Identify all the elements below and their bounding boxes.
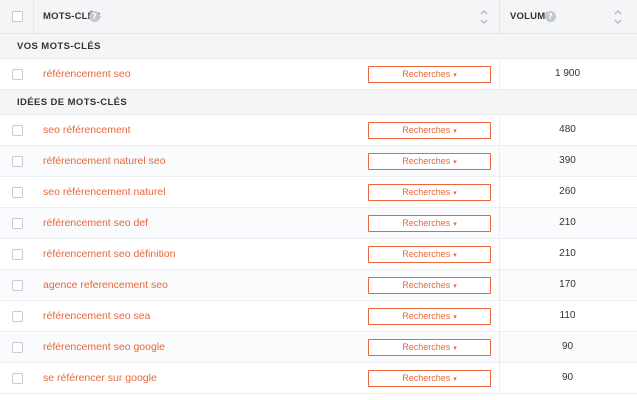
column-divider (33, 0, 34, 34)
volume-value: 390 (559, 155, 576, 166)
searches-button[interactable]: Recherches ▾ (368, 122, 491, 139)
searches-button[interactable]: Recherches ▾ (368, 308, 491, 325)
volume-value: 210 (559, 248, 576, 259)
chevron-down-icon: ▾ (453, 252, 457, 259)
chevron-down-icon: ▾ (453, 221, 457, 228)
table-row: agence referencement seo Recherches ▾ 170 (0, 270, 637, 301)
volume-value: 170 (559, 279, 576, 290)
searches-button-label: Recherches (402, 69, 451, 79)
chevron-down-icon: ▾ (453, 376, 457, 383)
column-divider (499, 208, 500, 238)
column-divider (499, 363, 500, 393)
table-row: référencement seo google Recherches ▾ 90 (0, 332, 637, 363)
column-divider (499, 332, 500, 362)
keywords-table: MOTS-CLÉS ? VOLUME ? VOS MOTS-CLÉS référ… (0, 0, 637, 400)
chevron-down-icon: ▾ (453, 128, 457, 135)
searches-button[interactable]: Recherches ▾ (368, 246, 491, 263)
volume-value: 90 (561, 341, 574, 352)
row-checkbox[interactable] (12, 342, 23, 353)
searches-button[interactable]: Recherches ▾ (368, 215, 491, 232)
column-divider (499, 301, 500, 331)
searches-button-label: Recherches (402, 156, 451, 166)
volume-sort-icon[interactable] (613, 8, 623, 26)
keyword-link[interactable]: référencement naturel seo (43, 155, 166, 167)
chevron-down-icon: ▾ (453, 283, 457, 290)
searches-button-label: Recherches (402, 125, 451, 135)
searches-button-label: Recherches (402, 249, 451, 259)
volume-help-icon[interactable]: ? (545, 11, 556, 22)
volume-value: 260 (559, 186, 576, 197)
searches-button-label: Recherches (402, 373, 451, 383)
table-header: MOTS-CLÉS ? VOLUME ? (0, 0, 637, 34)
keyword-link[interactable]: agence referencement seo (43, 279, 168, 291)
row-checkbox[interactable] (12, 69, 23, 80)
select-all-checkbox[interactable] (12, 11, 23, 22)
volume-value: 210 (559, 217, 576, 228)
column-divider (499, 270, 500, 300)
volume-value: 90 (561, 372, 574, 383)
column-divider (499, 146, 500, 176)
searches-button[interactable]: Recherches ▾ (368, 339, 491, 356)
keyword-link[interactable]: seo référencement (43, 124, 131, 136)
section-keyword-ideas: IDÉES DE MOTS-CLÉS (0, 90, 637, 115)
keyword-link[interactable]: se référencer sur google (43, 372, 157, 384)
chevron-down-icon: ▾ (453, 72, 457, 79)
chevron-down-icon: ▾ (453, 190, 457, 197)
chevron-down-icon: ▾ (453, 345, 457, 352)
searches-button[interactable]: Recherches ▾ (368, 153, 491, 170)
row-checkbox[interactable] (12, 249, 23, 260)
volume-value: 1 900 (554, 68, 581, 79)
section-title: IDÉES DE MOTS-CLÉS (17, 97, 128, 108)
keywords-help-icon[interactable]: ? (89, 11, 100, 22)
chevron-down-icon: ▾ (453, 159, 457, 166)
table-row: référencement seo définition Recherches ▾… (0, 239, 637, 270)
keyword-link[interactable]: seo référencement naturel (43, 186, 166, 198)
searches-button[interactable]: Recherches ▾ (368, 66, 491, 83)
section-your-keywords: VOS MOTS-CLÉS (0, 34, 637, 59)
table-row: référencement seo sea Recherches ▾ 110 (0, 301, 637, 332)
keyword-link[interactable]: référencement seo def (43, 217, 148, 229)
keyword-link[interactable]: référencement seo sea (43, 310, 150, 322)
searches-button[interactable]: Recherches ▾ (368, 370, 491, 387)
row-checkbox[interactable] (12, 373, 23, 384)
column-divider (499, 115, 500, 145)
volume-value: 110 (559, 310, 576, 321)
row-checkbox[interactable] (12, 280, 23, 291)
keyword-link[interactable]: référencement seo (43, 68, 131, 80)
searches-button-label: Recherches (402, 218, 451, 228)
searches-button-label: Recherches (402, 280, 451, 290)
column-divider (499, 239, 500, 269)
column-divider (499, 59, 500, 89)
table-row: référencement naturel seo Recherches ▾ 39… (0, 146, 637, 177)
searches-button-label: Recherches (402, 342, 451, 352)
table-row: seo référencement Recherches ▾ 480 (0, 115, 637, 146)
table-row: seo référencement naturel Recherches ▾ 26… (0, 177, 637, 208)
searches-button-label: Recherches (402, 187, 451, 197)
chevron-down-icon: ▾ (453, 314, 457, 321)
row-checkbox[interactable] (12, 125, 23, 136)
keyword-link[interactable]: référencement seo google (43, 341, 165, 353)
keyword-link[interactable]: référencement seo définition (43, 248, 176, 260)
row-checkbox[interactable] (12, 311, 23, 322)
searches-button[interactable]: Recherches ▾ (368, 184, 491, 201)
section-title: VOS MOTS-CLÉS (17, 41, 101, 52)
searches-button-label: Recherches (402, 311, 451, 321)
table-row: se référencer sur google Recherches ▾ 90 (0, 363, 637, 394)
column-divider (499, 0, 500, 34)
volume-value: 480 (559, 124, 576, 135)
table-row: référencement seo Recherches ▾ 1 900 (0, 59, 637, 90)
searches-button[interactable]: Recherches ▾ (368, 277, 491, 294)
row-checkbox[interactable] (12, 187, 23, 198)
row-checkbox[interactable] (12, 156, 23, 167)
table-row: référencement seo def Recherches ▾ 210 (0, 208, 637, 239)
column-divider (499, 177, 500, 207)
keywords-sort-icon[interactable] (479, 8, 489, 26)
row-checkbox[interactable] (12, 218, 23, 229)
